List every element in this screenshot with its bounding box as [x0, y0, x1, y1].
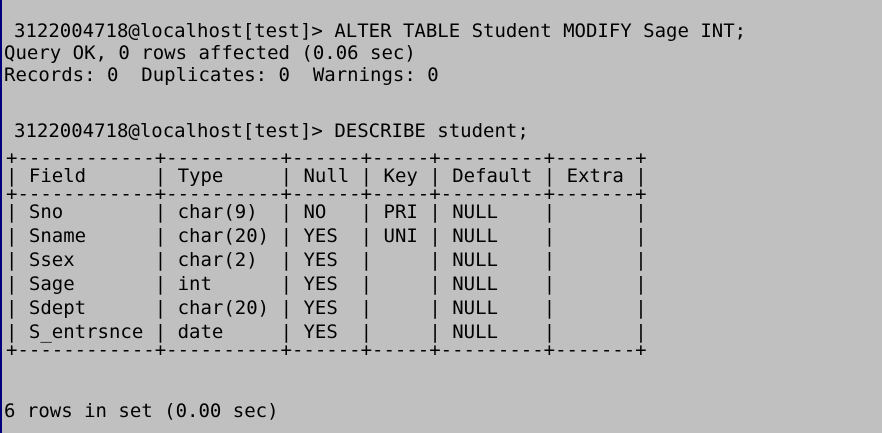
table-row-cell — [384, 273, 418, 295]
table-row-cell: NULL — [452, 225, 533, 247]
table-border-mid: +------------+----------+------+-----+--… — [6, 183, 647, 205]
describe-result-table: +------------+----------+------+-----+--… — [6, 147, 647, 361]
table-row-cell: NULL — [452, 249, 533, 271]
table-row-cell: Sage — [28, 273, 144, 295]
table-border-bottom: +------------+----------+------+-----+--… — [6, 339, 647, 361]
table-row-cell — [567, 249, 624, 271]
table-row-cell — [567, 297, 624, 319]
table-row-cell — [567, 201, 624, 223]
command-line-1: 3122004718@localhost[test]> ALTER TABLE … — [14, 20, 746, 43]
table-row-cell: Sdept — [28, 297, 144, 319]
table-row-cell: char(20) — [177, 225, 270, 247]
result-line: Query OK, 0 rows affected (0.06 sec) — [4, 42, 416, 64]
table-row-cell: YES — [303, 273, 350, 295]
table-row-cell: YES — [303, 249, 350, 271]
prompt-text: 3122004718@localhost[test]> — [14, 20, 323, 42]
terminal-window[interactable]: 3122004718@localhost[test]> ALTER TABLE … — [0, 0, 882, 433]
table-row-cell: NULL — [452, 297, 533, 319]
table-border-top: +------------+----------+------+-----+--… — [6, 147, 647, 169]
table-row-cell: YES — [303, 297, 350, 319]
table-row-cell: UNI — [383, 225, 418, 247]
table-row: | Sdept | char(20) | YES | | NULL | | — [6, 297, 647, 319]
table-row: | Sno | char(9) | NO | PRI | NULL | | — [6, 201, 647, 223]
command-line-2: 3122004718@localhost[test]> DESCRIBE stu… — [14, 120, 529, 143]
table-row-cell: NO — [303, 201, 350, 223]
table-row-cell: Sno — [28, 201, 144, 223]
table-row-cell — [384, 297, 418, 319]
prompt-text: 3122004718@localhost[test]> — [14, 120, 323, 142]
table-row: | Sage | int | YES | | NULL | | — [6, 273, 647, 295]
table-row-cell: char(20) — [177, 297, 270, 319]
table-row-cell — [567, 273, 624, 295]
table-row-cell: YES — [303, 225, 350, 247]
window-edge — [0, 0, 2, 433]
command-text: ALTER TABLE Student MODIFY Sage INT; — [334, 20, 747, 42]
result-line: Records: 0 Duplicates: 0 Warnings: 0 — [4, 64, 439, 86]
table-row-cell: Sname — [28, 225, 144, 247]
table-row-cell — [384, 249, 418, 271]
table-body: | Sno | char(9) | NO | PRI | NULL | | | S… — [6, 200, 647, 344]
result-footer: 6 rows in set (0.00 sec) — [4, 400, 279, 422]
table-row-cell: PRI — [383, 201, 418, 223]
command-text: DESCRIBE student; — [334, 120, 529, 142]
table-row-cell: int — [177, 273, 270, 295]
table-row-cell: char(2) — [177, 249, 270, 271]
table-row-cell: NULL — [452, 201, 533, 223]
table-row-cell: Ssex — [28, 249, 144, 271]
table-row: | Sname | char(20) | YES | UNI | NULL | … — [6, 225, 647, 247]
table-row-cell: char(9) — [177, 201, 270, 223]
table-row-cell — [567, 225, 624, 247]
table-row: | Ssex | char(2) | YES | | NULL | | — [6, 249, 647, 271]
table-row-cell: NULL — [452, 273, 533, 295]
